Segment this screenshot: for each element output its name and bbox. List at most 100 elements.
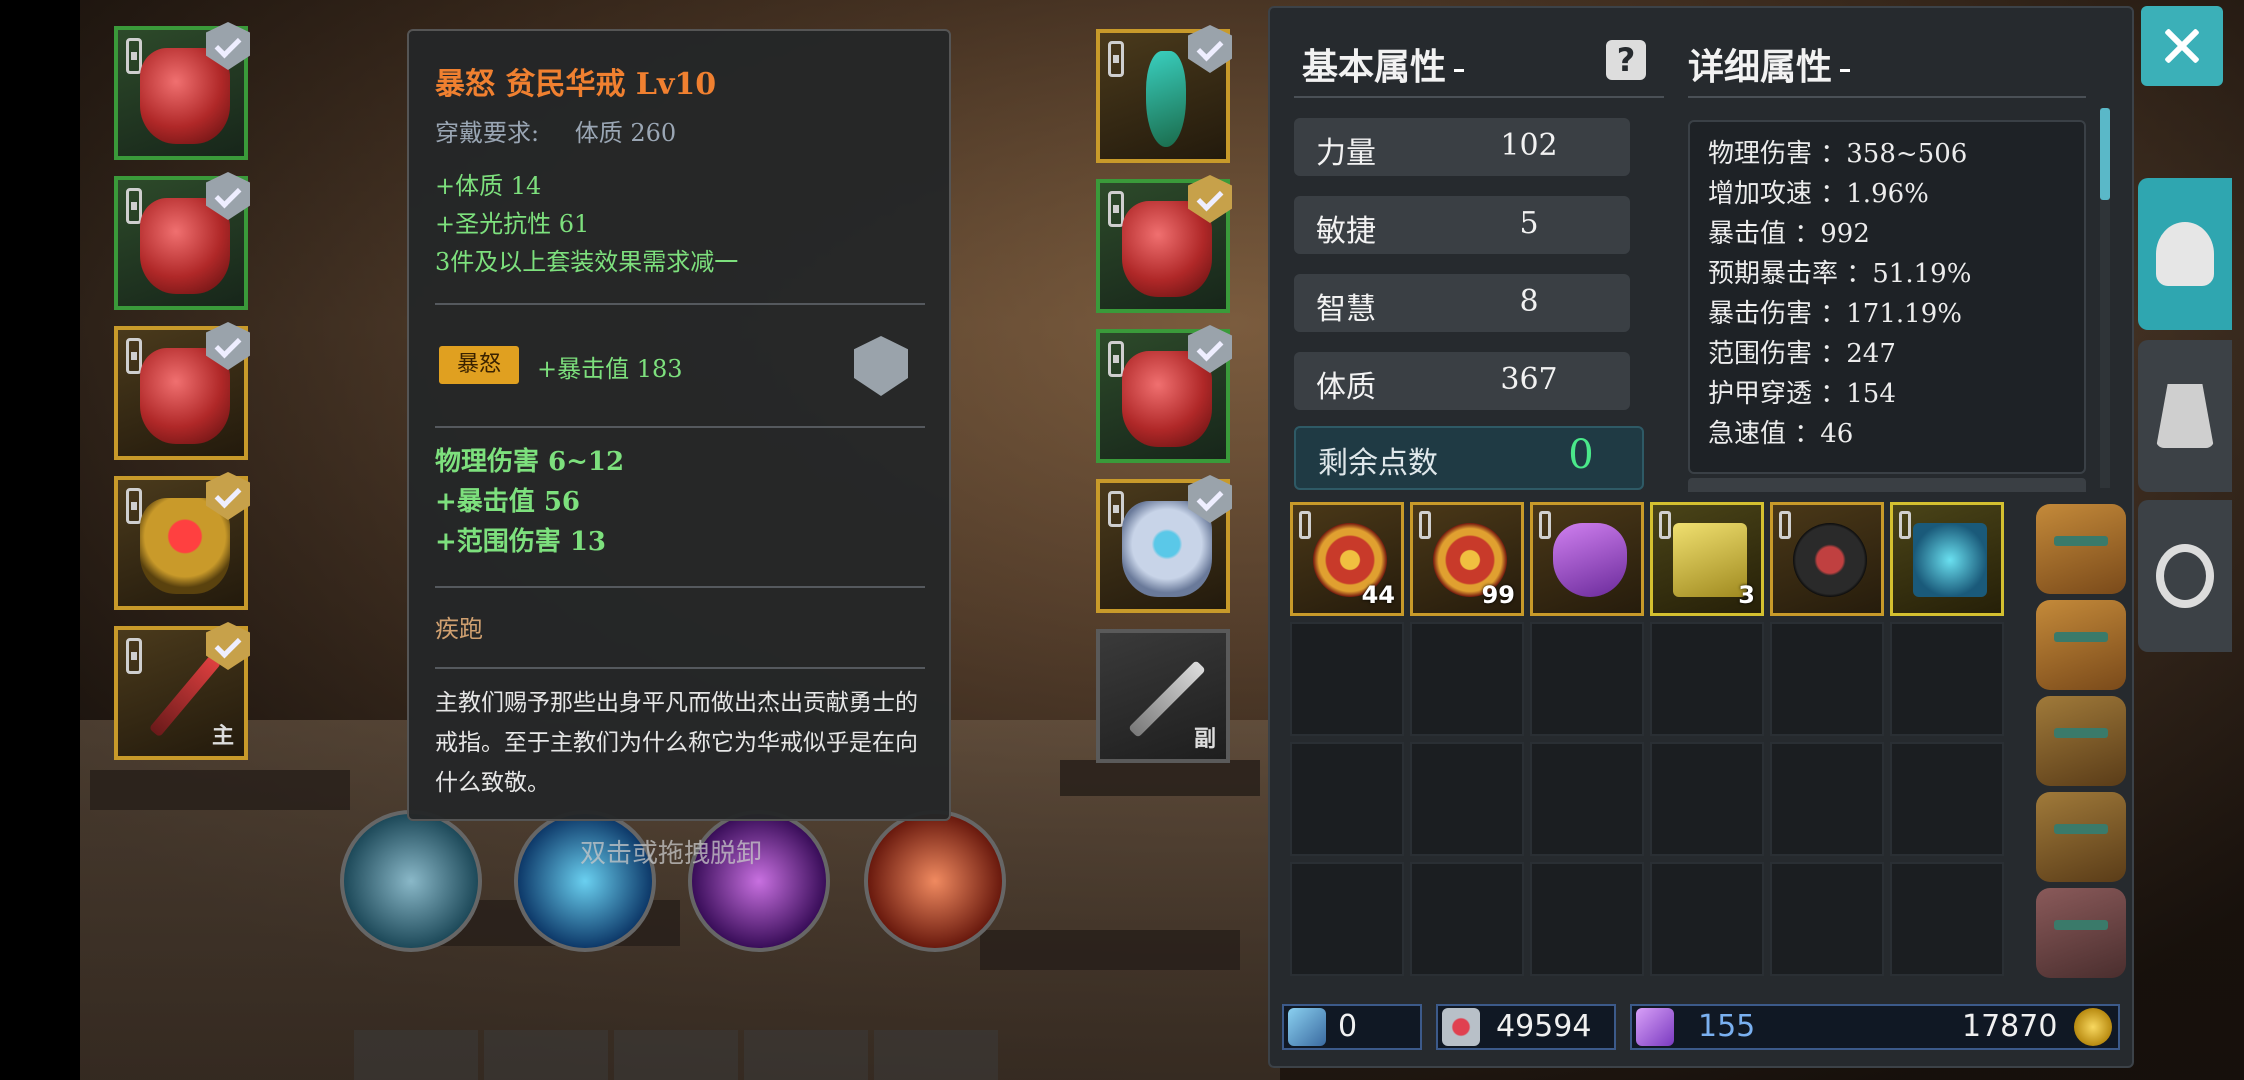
gold-coin-icon	[2074, 1008, 2112, 1046]
inventory-slot[interactable]	[1410, 742, 1524, 856]
skill-orb-3[interactable]	[688, 810, 830, 952]
lock-icon	[1659, 511, 1671, 539]
item-tooltip: 暴怒 贫民华戒 Lv10 穿戴要求: 体质 260 +体质 14 +圣光抗性 6…	[407, 29, 951, 821]
bag-tab-3[interactable]	[2036, 696, 2126, 786]
tab-equipment[interactable]	[2138, 178, 2232, 330]
detail-attributes-list[interactable]: 物理伤害 ：358~506 增加攻速 ：1.96% 暴击值 ：992 预期暴击率…	[1688, 120, 2086, 474]
gold-amount: 17870	[1962, 1009, 2058, 1044]
equip-slot-ring-right[interactable]	[1096, 475, 1232, 613]
currency-gems: 0	[1282, 1004, 1422, 1050]
bag-tab-5[interactable]	[2036, 888, 2126, 978]
lock-icon	[1299, 511, 1311, 539]
attr-value: 367	[1500, 362, 1558, 397]
divider	[435, 586, 925, 588]
divider	[435, 426, 925, 428]
skill-orb-4[interactable]	[864, 810, 1006, 952]
equip-slot-ring-left[interactable]	[114, 472, 250, 610]
inventory-slot[interactable]	[1410, 622, 1524, 736]
item-count: 44	[1361, 581, 1395, 609]
gloves-icon	[2156, 384, 2214, 448]
lock-icon	[1108, 191, 1124, 227]
equip-slot-necklace[interactable]	[1096, 25, 1232, 163]
stat-line: +范围伤害 13	[435, 527, 607, 557]
helmet-icon	[2156, 222, 2214, 286]
basic-attributes-title[interactable]: 基本属性	[1302, 38, 1464, 90]
equip-slot-armor[interactable]	[114, 172, 250, 310]
crystal-icon	[1636, 1008, 1674, 1046]
skill-orb-2[interactable]	[514, 810, 656, 952]
quickbar-slot[interactable]	[354, 1030, 478, 1080]
points-value: 0	[1568, 432, 1594, 478]
crystals-amount: 155	[1698, 1009, 1756, 1044]
requirement-label: 穿戴要求:	[435, 119, 540, 147]
floor-slab	[90, 770, 350, 810]
divider	[1688, 96, 2086, 98]
detail-line: 预期暴击率 ：51.19%	[1708, 259, 1972, 289]
inventory-slot[interactable]	[1530, 862, 1644, 976]
gems-amount: 0	[1338, 1009, 1358, 1044]
inventory-slot[interactable]	[1290, 622, 1404, 736]
main-hand-tag: 主	[211, 724, 234, 749]
tab-skills[interactable]	[2138, 500, 2232, 652]
tab-gear[interactable]	[2138, 340, 2232, 492]
attr-label: 敏捷	[1316, 214, 1376, 249]
points-label: 剩余点数	[1318, 446, 1438, 481]
detail-line: 增加攻速 ：1.96%	[1708, 179, 1929, 209]
close-button[interactable]	[2141, 6, 2223, 86]
inventory-slot[interactable]	[1890, 862, 2004, 976]
wand-icon	[1288, 1008, 1326, 1046]
equip-slot-helmet[interactable]	[114, 22, 250, 160]
inventory-slot[interactable]	[1650, 742, 1764, 856]
scrollbar[interactable]	[2100, 108, 2110, 200]
inventory-slot[interactable]	[1770, 862, 1884, 976]
lock-icon	[1779, 511, 1791, 539]
inventory-slot[interactable]: 99	[1410, 502, 1524, 616]
target-icon	[2156, 544, 2214, 608]
heart-shield-icon	[1442, 1008, 1480, 1046]
inventory-slot[interactable]: 3	[1650, 502, 1764, 616]
inventory-slot[interactable]	[1290, 742, 1404, 856]
inventory-slot[interactable]	[1890, 502, 2004, 616]
attr-label: 智慧	[1316, 292, 1376, 327]
inventory-slot[interactable]	[1770, 742, 1884, 856]
detail-line: 暴击值 ：992	[1708, 219, 1870, 249]
potion-icon	[1553, 523, 1627, 597]
inventory-slot[interactable]	[1530, 622, 1644, 736]
detail-line: 暴击伤害 ：171.19%	[1708, 299, 1962, 329]
inventory-slot[interactable]	[1530, 742, 1644, 856]
currency-hearts: 49594	[1436, 1004, 1616, 1050]
inventory-slot[interactable]	[1770, 622, 1884, 736]
inventory-slot[interactable]	[1890, 742, 2004, 856]
inventory-slot[interactable]	[1530, 502, 1644, 616]
quickbar-slot[interactable]	[614, 1030, 738, 1080]
bag-tab-1[interactable]	[2036, 504, 2126, 594]
inventory-slot[interactable]: 44	[1290, 502, 1404, 616]
quickbar-slot[interactable]	[744, 1030, 868, 1080]
equip-slot-gloves[interactable]	[1096, 175, 1232, 313]
lock-icon	[1899, 511, 1911, 539]
spear-icon	[148, 654, 222, 738]
inventory-slot[interactable]	[1650, 622, 1764, 736]
inventory-slot[interactable]	[1890, 622, 2004, 736]
necklace-icon	[1146, 51, 1186, 147]
equip-slot-legs[interactable]	[114, 322, 250, 460]
skill-orb-1[interactable]	[340, 810, 482, 952]
equip-slot-off-weapon[interactable]: 副	[1096, 629, 1230, 763]
attr-row-agility: 敏捷 5	[1294, 196, 1630, 254]
equip-slot-main-weapon[interactable]: 主	[114, 622, 250, 760]
inventory-slot[interactable]	[1410, 862, 1524, 976]
quickbar-slot[interactable]	[874, 1030, 998, 1080]
bag-tab-2[interactable]	[2036, 600, 2126, 690]
inventory-slot[interactable]	[1290, 862, 1404, 976]
equip-slot-boots[interactable]	[1096, 325, 1232, 463]
inventory-slot[interactable]	[1650, 862, 1764, 976]
item-attributes: +体质 14 +圣光抗性 61 3件及以上套装效果需求减一	[435, 167, 738, 281]
attr-row-constitution: 体质 367	[1294, 352, 1630, 410]
inventory-slot[interactable]	[1770, 502, 1884, 616]
quickbar-slot[interactable]	[484, 1030, 608, 1080]
bag-tab-4[interactable]	[2036, 792, 2126, 882]
detail-attributes-title[interactable]: 详细属性	[1688, 38, 1850, 90]
help-icon[interactable]: ?	[1606, 40, 1646, 80]
item-count: 3	[1738, 581, 1755, 609]
floor-slab	[1060, 760, 1260, 796]
